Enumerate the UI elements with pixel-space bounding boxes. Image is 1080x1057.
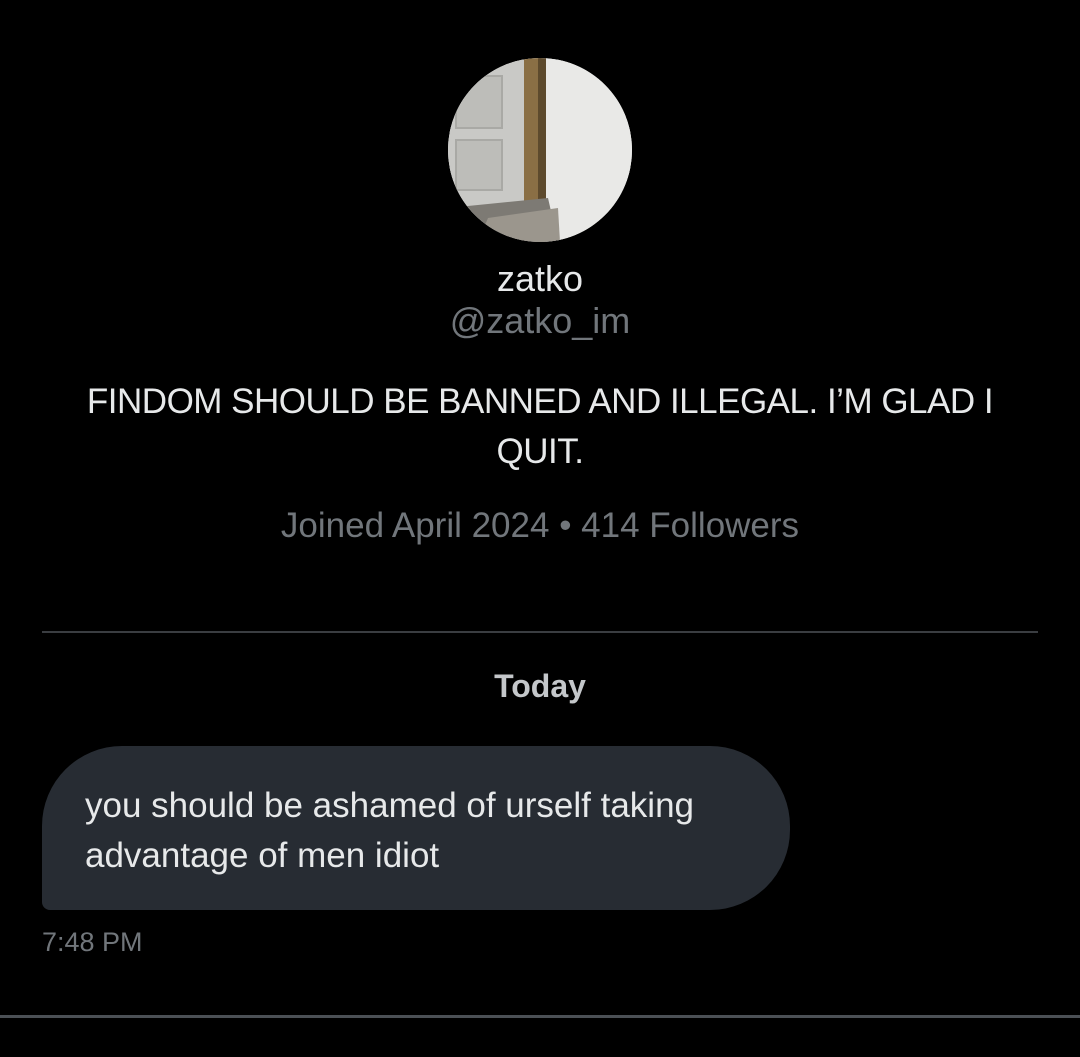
profile-meta: Joined April 2024 • 414 Followers — [0, 503, 1080, 549]
message-text: you should be ashamed of urself taking a… — [85, 786, 694, 875]
composer-divider — [0, 1015, 1080, 1018]
joined-date: Joined April 2024 — [280, 506, 550, 545]
meta-separator: • — [549, 506, 582, 545]
section-divider — [42, 631, 1038, 633]
date-separator: Today — [494, 668, 586, 704]
followers-count[interactable]: 414 Followers — [581, 506, 799, 545]
message-bubble[interactable]: you should be ashamed of urself taking a… — [42, 746, 790, 910]
avatar[interactable] — [448, 58, 632, 242]
display-name: zatko — [496, 258, 584, 299]
profile-bio: FINDOM SHOULD BE BANNED AND ILLEGAL. I’M… — [86, 382, 994, 471]
dm-conversation-screen: zatko @zatko_im FINDOM SHOULD BE BANNED … — [0, 0, 1080, 1057]
message-timestamp: 7:48 PM — [42, 927, 143, 957]
door-photo-icon — [448, 58, 632, 242]
user-handle: @zatko_im — [449, 300, 631, 341]
